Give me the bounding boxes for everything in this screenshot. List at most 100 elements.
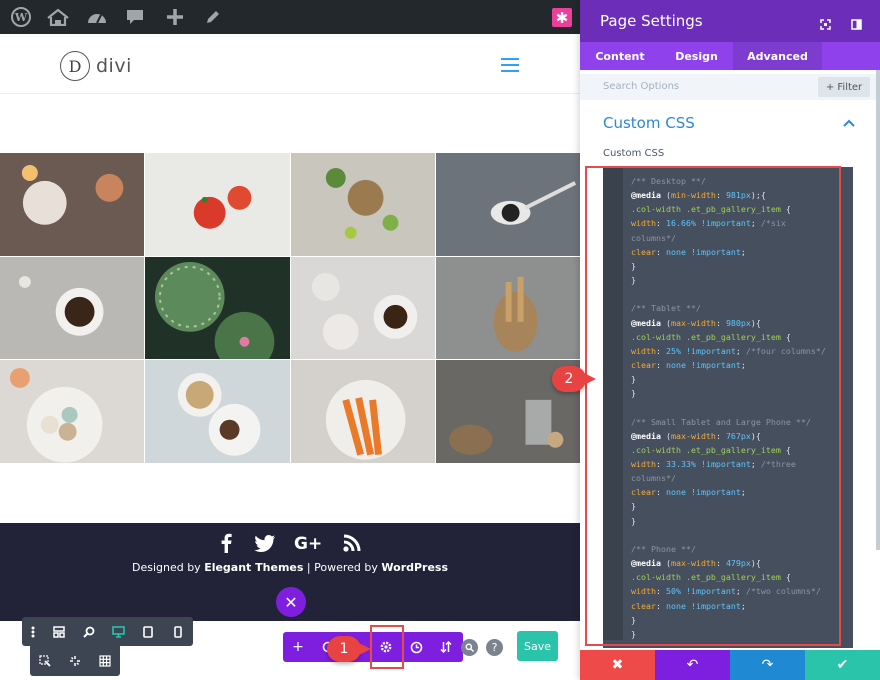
code-line: 5columns*/ [631, 232, 676, 243]
facebook-icon[interactable] [218, 533, 236, 553]
code-line: 14} [631, 374, 636, 385]
grid-mode-icon[interactable] [90, 647, 120, 676]
table-setting-photo[interactable] [0, 153, 145, 256]
dashboard-icon[interactable] [82, 0, 112, 34]
code-line: 10@media (max-width: 980px){ [631, 317, 761, 328]
code-line: 11.col-width .et_pb_gallery_item { [631, 331, 791, 342]
site-logo[interactable]: D divi [60, 51, 132, 81]
code-line: 5clear: none !important; [631, 246, 746, 257]
site-header: D divi [0, 34, 580, 94]
footer-credit: Designed by Elegant Themes | Powered by … [0, 561, 580, 574]
rss-icon[interactable] [342, 533, 362, 553]
carrots-photo[interactable] [290, 360, 435, 463]
sort-arrows-icon[interactable] [431, 632, 461, 662]
wp-admin-bar: W ✱ [0, 0, 580, 34]
dock-sidebar-icon[interactable] [851, 15, 862, 34]
add-new-icon[interactable] [160, 0, 190, 34]
code-line: 22} [631, 501, 636, 512]
page-settings-panel: Page Settings Content Design Advanced Se… [580, 0, 880, 680]
cookies-tea-photo[interactable] [145, 360, 290, 463]
code-line: 27.col-width .et_pb_gallery_item { [631, 572, 791, 583]
code-line: 1/** Desktop **/ [631, 176, 706, 186]
code-line: 3.col-width .et_pb_gallery_item { [631, 204, 791, 215]
eggs-bowl-photo[interactable] [0, 360, 145, 463]
expand-icon[interactable] [820, 15, 831, 34]
help-question-icon[interactable]: ? [486, 639, 503, 656]
close-section-icon[interactable]: ✕ [276, 587, 306, 617]
image-gallery [0, 153, 580, 463]
code-line: 30} [631, 614, 636, 625]
svg-text:G+: G+ [294, 534, 322, 553]
wireframe-view-icon[interactable] [44, 617, 74, 646]
tomatoes-photo[interactable] [145, 153, 290, 256]
comments-icon[interactable] [120, 0, 150, 34]
code-line: 7} [631, 275, 636, 286]
hover-mode-icon[interactable] [60, 647, 90, 676]
hamburger-menu-icon[interactable] [501, 58, 519, 72]
code-line: 26@media (max-width: 479px){ [631, 558, 761, 569]
custom-css-section-toggle[interactable]: Custom CSS [603, 114, 695, 132]
coffee-beans-photo[interactable] [290, 256, 435, 360]
search-help-icon[interactable] [461, 639, 478, 656]
code-line: 19.col-width .et_pb_gallery_item { [631, 444, 791, 455]
tab-advanced[interactable]: Advanced [733, 42, 822, 70]
coffee-cup-photo[interactable] [0, 256, 145, 360]
pumpkin-photo[interactable] [145, 256, 290, 360]
discard-button[interactable]: ✖ [580, 650, 655, 680]
credit-separator: | Powered by [306, 561, 378, 574]
wordpress-logo-icon[interactable]: W [6, 0, 36, 34]
code-line: columns*/ [631, 473, 676, 484]
spoon-seeds-photo[interactable] [435, 153, 580, 256]
code-lines: 1/** Desktop **/ 2@media (min-width: 981p… [627, 174, 852, 644]
site-home-icon[interactable] [43, 0, 73, 34]
edit-pencil-icon[interactable] [198, 0, 228, 34]
tab-design[interactable]: Design [660, 42, 733, 70]
logo-text: divi [96, 55, 132, 77]
search-placeholder: Search Options [603, 81, 680, 92]
code-line: 29clear: none !important; [631, 600, 746, 611]
click-mode-icon[interactable] [30, 647, 60, 676]
panel-title: Page Settings [600, 12, 703, 30]
code-line: 21clear: none !important; [631, 487, 746, 498]
code-line: 17/** Small Tablet and Large Phone **/ [631, 416, 811, 427]
credit-brand-link[interactable]: Elegant Themes [204, 561, 303, 574]
code-line: 28width: 50% !important; /*two columns*/ [631, 586, 821, 597]
filter-button[interactable]: + Filter [818, 77, 870, 97]
view-mode-toolbar [22, 617, 193, 646]
social-icons: G+ [0, 533, 580, 553]
code-line: 23} [631, 515, 636, 526]
chevron-up-icon[interactable] [842, 118, 856, 128]
add-module-icon[interactable]: + [283, 632, 313, 662]
code-line: 13clear: none !important; [631, 359, 746, 370]
phone-view-icon[interactable] [163, 617, 193, 646]
save-button[interactable]: Save [517, 631, 558, 661]
step-callout-2: 2 [552, 366, 596, 392]
more-options-icon[interactable] [22, 617, 44, 646]
salad-prep-photo[interactable] [290, 153, 435, 256]
logo-mark: D [60, 51, 90, 81]
code-line: 25/** Phone **/ [631, 543, 696, 554]
panel-tabs: Content Design Advanced [580, 42, 880, 70]
credit-prefix: Designed by [131, 561, 201, 574]
code-line: 31} [631, 628, 636, 639]
undo-button[interactable]: ↶ [655, 650, 730, 680]
breadsticks-photo[interactable] [435, 256, 580, 360]
history-clock-icon[interactable] [401, 632, 431, 662]
zoom-view-icon[interactable] [74, 617, 104, 646]
panel-scrollbar[interactable] [876, 70, 880, 550]
code-line: 6} [631, 260, 636, 271]
credit-wordpress-link[interactable]: WordPress [381, 561, 448, 574]
tablet-view-icon[interactable] [133, 617, 163, 646]
divi-builder-asterisk-icon[interactable]: ✱ [552, 8, 572, 27]
google-plus-icon[interactable]: G+ [294, 533, 324, 553]
code-line: 9/** Tablet **/ [631, 303, 701, 314]
custom-css-field-label: Custom CSS [603, 148, 665, 159]
code-line: 15} [631, 388, 636, 399]
twitter-icon[interactable] [254, 533, 276, 553]
confirm-button[interactable]: ✔ [805, 650, 880, 680]
code-line: 20width: 33.33% !important; /*three [631, 459, 796, 469]
editor-gutter [603, 168, 623, 640]
desktop-view-icon[interactable] [104, 617, 134, 646]
tab-content[interactable]: Content [580, 42, 660, 70]
redo-button[interactable]: ↷ [730, 650, 805, 680]
